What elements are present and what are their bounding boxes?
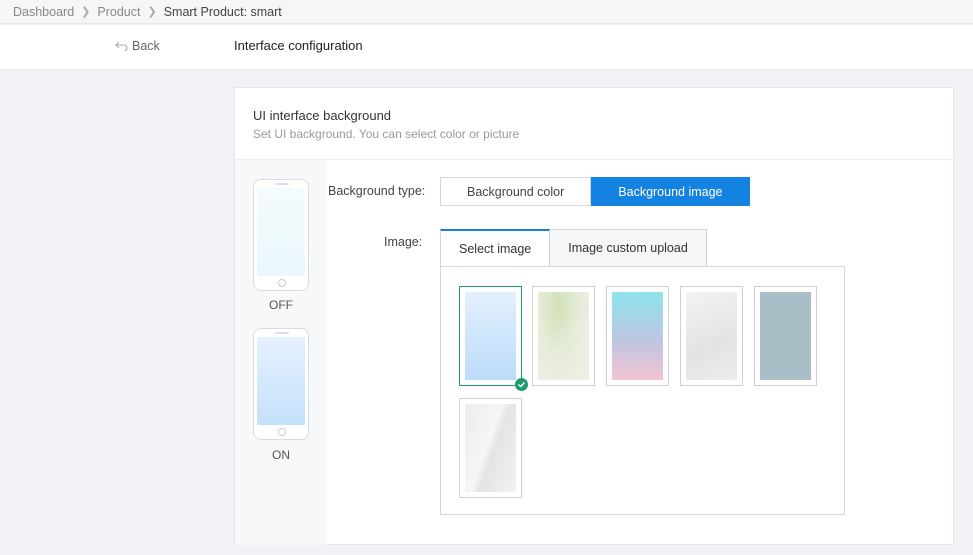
breadcrumb-product[interactable]: Product (97, 5, 140, 19)
page-title: Interface configuration (234, 38, 363, 53)
thumbnail-green-leaves[interactable] (532, 286, 595, 386)
chevron-right-icon: ❯ (147, 6, 157, 18)
image-gallery (440, 266, 845, 515)
card-title: UI interface background (253, 108, 392, 123)
page-header: Back Interface configuration (0, 25, 973, 70)
breadcrumb-current: Smart Product: smart (163, 4, 282, 19)
bg-image-button[interactable]: Background image (591, 177, 750, 206)
thumbnail-cyan-pink[interactable] (606, 286, 669, 386)
preview-on-label: ON (272, 448, 290, 462)
bg-type-selector: Background color Background image (440, 177, 750, 206)
breadcrumb: Dashboard ❯ Product ❯ Smart Product: sma… (0, 0, 973, 24)
preview-panel: OFF ON (235, 160, 327, 545)
back-arrow-icon (115, 41, 128, 51)
image-label: Image: (384, 235, 423, 249)
phone-preview-on (253, 328, 309, 440)
check-icon (515, 378, 528, 391)
thumbnail-slate-gray[interactable] (754, 286, 817, 386)
chevron-right-icon: ❯ (81, 6, 91, 18)
breadcrumb-dashboard[interactable]: Dashboard (13, 5, 74, 19)
thumbnail-light-blue[interactable] (459, 286, 528, 391)
tab-image-custom-upload[interactable]: Image custom upload (550, 229, 707, 267)
phone-preview-off (253, 179, 309, 291)
image-tabs: Select image Image custom upload (440, 229, 707, 267)
settings-card: UI interface background Set UI backgroun… (234, 87, 954, 545)
tab-select-image[interactable]: Select image (440, 229, 551, 267)
back-button[interactable]: Back (115, 39, 160, 53)
thumbnail-light-gray[interactable] (680, 286, 743, 386)
back-label: Back (132, 39, 160, 53)
preview-off-label: OFF (269, 298, 293, 312)
bg-color-button[interactable]: Background color (440, 177, 592, 206)
thumbnail-white-glass[interactable] (459, 398, 522, 498)
card-header: UI interface background Set UI backgroun… (235, 88, 953, 160)
card-subtitle: Set UI background. You can select color … (253, 127, 520, 141)
bg-type-label: Background type: (328, 184, 426, 198)
